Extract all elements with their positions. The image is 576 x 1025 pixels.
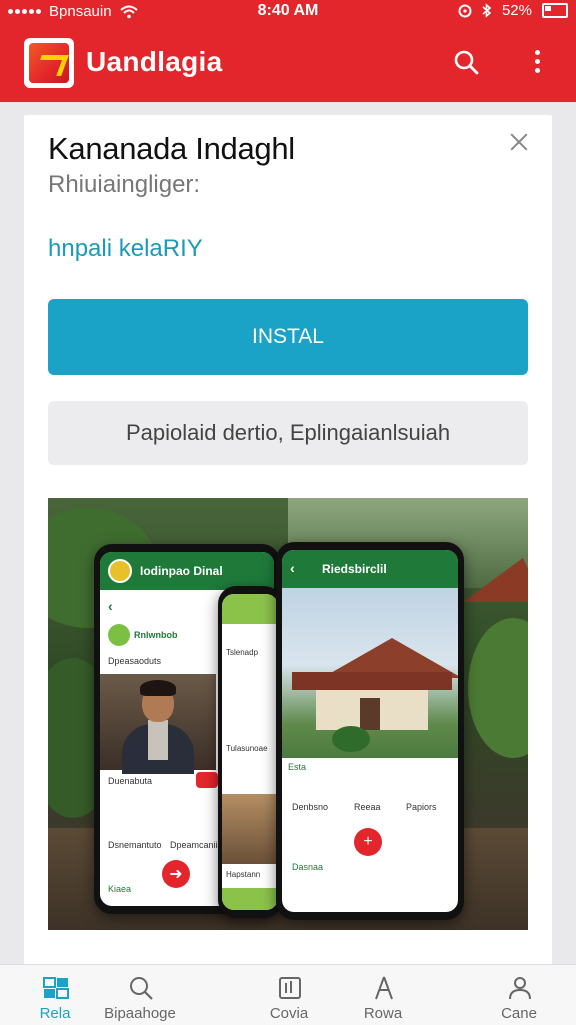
action-3: Papiors xyxy=(406,802,437,812)
phone-middle: Tslenadp Tulasunoae Hapstann xyxy=(218,586,282,918)
status-bar: Bpnsauin 8:40 AM 52% xyxy=(0,0,576,24)
nav-label: Covia xyxy=(269,1005,309,1022)
section-icon xyxy=(108,624,130,646)
nav-item-rowa[interactable]: Rowa xyxy=(333,965,433,1025)
back-arrow-icon: ‹ xyxy=(290,560,295,576)
app-title: Uandlagia xyxy=(86,46,223,77)
fab-icon: ➜ xyxy=(162,860,190,888)
status-right: 52% xyxy=(458,2,568,19)
developer-link[interactable]: hnpali kelaRIY xyxy=(48,235,203,263)
card-title: Kananada Indaghl xyxy=(48,131,295,166)
house-caption: Esta xyxy=(288,762,307,772)
phone-right-appbar: ‹ Riedsbirclil xyxy=(282,550,458,588)
book-icon xyxy=(279,977,301,999)
fab-icon: + xyxy=(354,828,382,856)
compass-icon xyxy=(375,976,393,1000)
phone-right-nav-label: Dasnaa xyxy=(292,862,324,872)
battery-icon xyxy=(542,3,568,18)
promo-image: Iodinpao Dinal ‹ Rnlwnbob Dpeasaoduts Du… xyxy=(48,498,528,930)
phone-left-appbar: Iodinpao Dinal xyxy=(100,552,274,590)
nav-label: Cane xyxy=(501,1005,537,1022)
foliage-right xyxy=(468,618,528,758)
mid-photo xyxy=(222,794,278,864)
section-title: Rnlwnbob xyxy=(134,630,178,640)
mid-item-1: Tslenadp xyxy=(226,648,259,657)
card-subtitle: Rhiuiaingliger: xyxy=(48,171,201,198)
battery-percent: 52% xyxy=(501,2,532,19)
phone-left-nav-label: Kiaea xyxy=(108,884,132,894)
action-2: Reeaa xyxy=(354,802,381,812)
phone-app-logo-icon xyxy=(108,559,132,583)
bottom-navigation: Rela Bipaahoge Covia Rowa Cane xyxy=(0,964,576,1025)
phone-right: ‹ Riedsbirclil Esta Denbsno Reeaa Papior… xyxy=(276,542,464,920)
mid-item-2: Tulasunoae xyxy=(226,744,268,753)
person-caption: Duenabuta xyxy=(108,776,153,786)
list-item-2: Dpeamcaniip xyxy=(170,840,223,850)
nav-label: Bipaahoge xyxy=(104,1005,176,1022)
app-install-card: Kananada Indaghl Rhiuiaingliger: hnpali … xyxy=(24,115,552,965)
alarm-icon xyxy=(458,4,472,17)
like-icon xyxy=(196,772,218,788)
action-1: Denbsno xyxy=(292,802,329,812)
mid-item-3: Hapstann xyxy=(226,870,261,879)
app-bar: Uandlagia xyxy=(0,24,576,102)
more-vertical-icon[interactable] xyxy=(532,50,542,78)
close-icon[interactable] xyxy=(510,133,528,151)
phone-right-app-name: Riedsbirclil xyxy=(322,562,387,576)
phone-middle-footer xyxy=(222,888,278,910)
profile-icon xyxy=(509,977,531,1000)
nav-item-search[interactable]: Bipaahoge xyxy=(90,965,190,1025)
phone-middle-header xyxy=(222,594,278,624)
search-icon[interactable] xyxy=(452,48,480,76)
list-item-1: Dsnemantuto xyxy=(108,840,162,850)
house-photo xyxy=(282,588,458,758)
grid-icon xyxy=(43,977,69,999)
promo-roof xyxy=(463,558,528,602)
nav-item-covia[interactable]: Covia xyxy=(239,965,339,1025)
secondary-button[interactable]: Papiolaid dertio, Eplingaianlsuiah xyxy=(48,401,528,465)
nav-label: Rowa xyxy=(363,1005,403,1022)
person-photo xyxy=(100,674,216,774)
back-arrow-icon: ‹ xyxy=(108,598,113,614)
app-logo-icon[interactable] xyxy=(24,38,74,88)
section-subtitle: Dpeasaoduts xyxy=(108,656,162,666)
search-icon xyxy=(130,977,153,1000)
install-button[interactable]: INSTAL xyxy=(48,299,528,375)
phone-left-app-name: Iodinpao Dinal xyxy=(140,564,223,578)
nav-item-cane[interactable]: Cane xyxy=(469,965,569,1025)
bluetooth-icon xyxy=(482,3,492,18)
